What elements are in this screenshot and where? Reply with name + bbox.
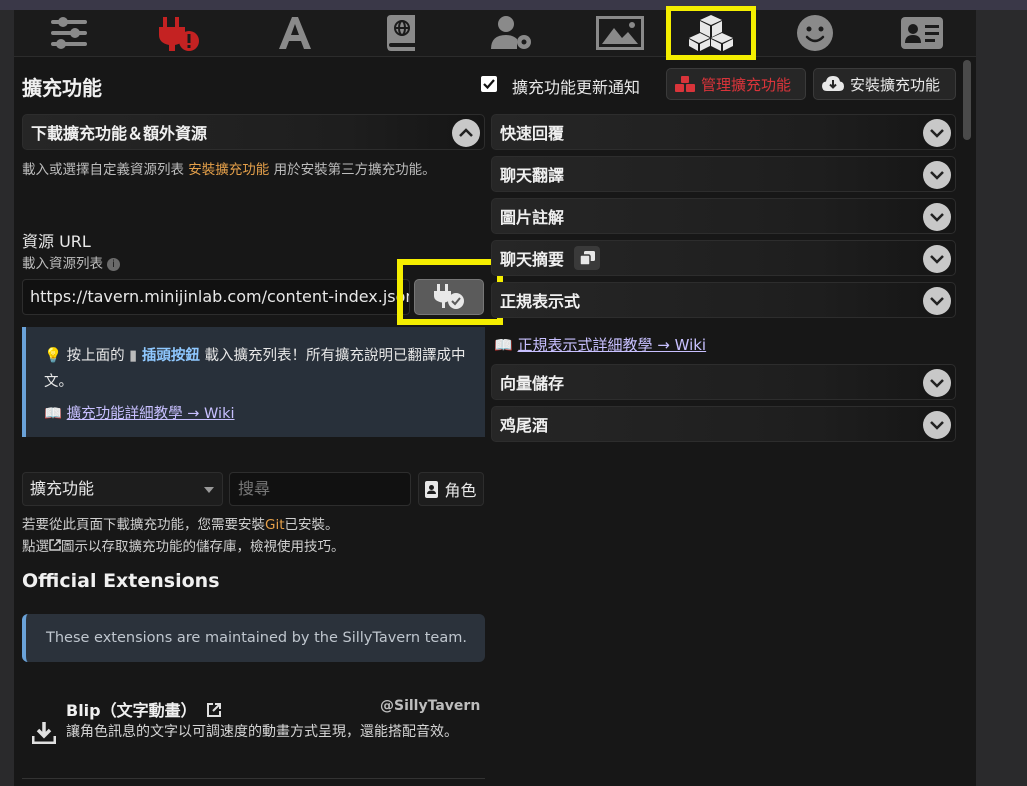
wiki-line: 📖 擴充功能詳細教學 → Wiki — [44, 401, 469, 427]
drawer-chat-translate[interactable]: 聊天翻譯 — [491, 156, 956, 192]
chevron-down-icon[interactable] — [923, 161, 951, 189]
resource-url-input[interactable]: https://tavern.minijinlab.com/content-in… — [22, 279, 410, 315]
chevron-down-icon[interactable] — [923, 119, 951, 147]
download-drawer-header[interactable]: 下載擴充功能＆額外資源 — [22, 114, 485, 150]
note-text: 若要從此頁面下載擴充功能，您需要安裝 — [22, 517, 265, 533]
update-notify-label: 擴充功能更新通知 — [512, 78, 641, 97]
info-text-a: 按上面的 — [66, 348, 125, 364]
cloud-download-icon — [822, 76, 844, 91]
font-a-icon[interactable] — [255, 10, 335, 56]
plug-info-callout: 💡 按上面的 ▮ 插頭按鈕 載入擴充列表！所有擴充說明已翻譯成中文。 📖 擴充功… — [22, 327, 485, 437]
role-button[interactable]: 角色 — [418, 472, 484, 506]
chevron-down-icon[interactable] — [923, 203, 951, 231]
chevron-down-icon[interactable] — [923, 411, 951, 439]
window-top-strip — [0, 0, 1027, 10]
plug-icon: ▮ — [129, 348, 138, 364]
manage-extensions-button[interactable]: 管理擴充功能 — [666, 68, 806, 100]
drawer-title: 正規表示式 — [500, 292, 581, 311]
desc-text: 載入或選擇自定義資源列表 — [22, 162, 184, 178]
id-badge-icon — [425, 480, 439, 498]
check-icon — [483, 79, 495, 90]
external-link-icon — [49, 536, 61, 558]
drawer-title: 鸡尾酒 — [500, 416, 549, 435]
select-value: 擴充功能 — [30, 479, 95, 498]
drawer-vector-storage[interactable]: 向量儲存 — [491, 364, 956, 400]
drawer-regex[interactable]: 正規表示式 — [491, 282, 956, 318]
lightbulb-icon: 💡 — [44, 348, 63, 364]
drawer-title: 向量儲存 — [500, 374, 565, 393]
regex-wiki-line: 📖 正規表示式詳細教學 → Wiki — [494, 334, 706, 355]
download-description: 載入或選擇自定義資源列表 安裝擴充功能 用於安裝第三方擴充功能。 — [22, 158, 472, 182]
sliders-icon[interactable] — [29, 10, 109, 56]
extensions-wiki-link[interactable]: 擴充功能詳細教學 → Wiki — [67, 406, 235, 422]
page-title: 擴充功能 — [22, 76, 102, 100]
caret-down-icon — [204, 487, 214, 493]
cubes-icon — [675, 76, 695, 92]
load-list-text: 載入資源列表 — [22, 256, 103, 272]
install-extension-button[interactable]: 安裝擴充功能 — [813, 68, 956, 100]
image-icon[interactable] — [580, 10, 660, 56]
drawer-cocktail[interactable]: 鸡尾酒 — [491, 406, 956, 442]
official-notice: These extensions are maintained by the S… — [22, 614, 485, 662]
highlight-box — [397, 259, 503, 325]
book-icon: 📖 — [494, 336, 513, 354]
external-link-icon[interactable] — [206, 702, 222, 722]
official-extensions-title: Official Extensions — [22, 570, 220, 592]
user-gear-icon[interactable] — [473, 10, 553, 56]
chevron-up-icon[interactable] — [452, 119, 480, 147]
note-line-1: 若要從此頁面下載擴充功能，您需要安裝Git已安裝。 — [22, 514, 345, 536]
info-text-b: 插頭按鈕 — [141, 348, 200, 364]
copy-icon[interactable] — [574, 246, 601, 270]
chevron-down-icon[interactable] — [923, 369, 951, 397]
extension-description: 讓角色訊息的文字以可調速度的動畫方式呈現，還能搭配音效。 — [66, 724, 458, 740]
book-icon: 📖 — [44, 406, 63, 422]
book-globe-icon[interactable] — [361, 10, 441, 56]
info-icon[interactable]: i — [107, 257, 120, 271]
drawer-chat-summary[interactable]: 聊天摘要 — [491, 240, 956, 276]
update-notify-checkbox[interactable] — [481, 76, 497, 92]
scrollbar-thumb[interactable] — [963, 60, 971, 140]
chevron-down-icon[interactable] — [923, 245, 951, 273]
drawer-quick-reply[interactable]: 快速回覆 — [491, 114, 956, 150]
git-note: 若要從此頁面下載擴充功能，您需要安裝Git已安裝。 點選 圖示以存取擴充功能的儲存… — [22, 514, 345, 558]
load-list-label: 載入資源列表 i — [22, 252, 120, 272]
regex-wiki-link[interactable]: 正規表示式詳細教學 → Wiki — [517, 336, 706, 354]
info-line: 💡 按上面的 ▮ 插頭按鈕 載入擴充列表！所有擴充說明已翻譯成中文。 — [44, 343, 469, 395]
cubes-icon[interactable] — [666, 6, 756, 60]
git-link[interactable]: Git — [265, 517, 285, 533]
manage-extensions-label: 管理擴充功能 — [701, 75, 792, 94]
smiley-icon[interactable] — [775, 10, 855, 56]
resource-url-label: 資源 URL — [22, 232, 91, 251]
drawer-image-caption[interactable]: 圖片註解 — [491, 198, 956, 234]
plug-error-icon[interactable] — [139, 10, 219, 56]
extension-type-select[interactable]: 擴充功能 — [22, 472, 223, 506]
drawer-title: 聊天摘要 — [500, 250, 565, 269]
extension-author: @SillyTavern — [380, 698, 481, 714]
divider — [22, 778, 485, 779]
note-text-3: 點選 — [22, 539, 49, 555]
note-text-4: 圖示以存取擴充功能的儲存庫，檢視使用技巧。 — [61, 539, 345, 555]
search-input[interactable]: 搜尋 — [229, 472, 411, 506]
top-navigation — [14, 6, 976, 60]
download-icon[interactable] — [31, 722, 57, 748]
drawer-title: 快速回覆 — [500, 124, 565, 143]
role-label: 角色 — [444, 481, 477, 500]
note-text-2: 已安裝。 — [284, 517, 339, 533]
install-extension-link[interactable]: 安裝擴充功能 — [188, 162, 269, 178]
extension-name-text: Blip（文字動畫） — [66, 701, 197, 720]
extension-name: Blip（文字動畫） — [66, 697, 222, 722]
download-drawer-title: 下載擴充功能＆額外資源 — [31, 124, 208, 143]
drawer-title: 聊天翻譯 — [500, 166, 565, 185]
note-line-2: 點選 圖示以存取擴充功能的儲存庫，檢視使用技巧。 — [22, 536, 345, 558]
chevron-down-icon[interactable] — [923, 287, 951, 315]
install-extension-label: 安裝擴充功能 — [850, 75, 941, 94]
id-card-icon[interactable] — [882, 10, 962, 56]
desc-text-end: 用於安裝第三方擴充功能。 — [273, 162, 436, 178]
drawer-title: 圖片註解 — [500, 208, 565, 227]
